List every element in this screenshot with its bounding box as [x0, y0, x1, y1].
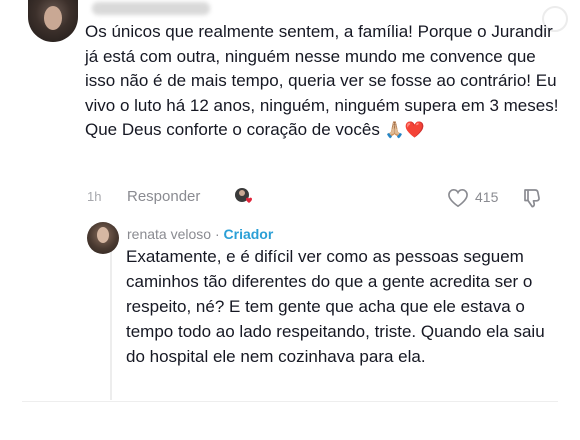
- like-count: 415: [475, 189, 499, 205]
- comment-actions: 1h Responder 415: [85, 187, 555, 209]
- reply-body: Exatamente, e é difícil ver como as pess…: [126, 247, 545, 366]
- thumbs-down-icon[interactable]: [521, 187, 543, 209]
- reply-username[interactable]: renata veloso: [127, 226, 211, 242]
- commenter-avatar[interactable]: [28, 0, 78, 42]
- commenter-username-blurred[interactable]: [92, 2, 210, 15]
- comment-text: Os únicos que realmente sentem, a famíli…: [85, 22, 559, 139]
- avatar-face: [44, 6, 62, 30]
- avatar-face: [97, 227, 109, 243]
- reply-separator: ·: [214, 226, 220, 242]
- comment-emojis: 🙏🏼❤️: [384, 122, 425, 139]
- creator-liked-heart-icon: [235, 188, 252, 203]
- reply-thread-line: [110, 240, 112, 400]
- creator-badge: Criador: [223, 226, 274, 242]
- comment-body: Os únicos que realmente sentem, a famíli…: [85, 20, 565, 144]
- comment-timestamp: 1h: [87, 189, 102, 204]
- reply-avatar[interactable]: [87, 222, 119, 254]
- divider: [22, 401, 558, 402]
- reply-button[interactable]: Responder: [127, 188, 200, 205]
- reply-header: renata veloso · Criador: [127, 226, 273, 242]
- heart-outline-icon: [448, 188, 468, 208]
- comment-thread: Os únicos que realmente sentem, a famíli…: [0, 0, 580, 440]
